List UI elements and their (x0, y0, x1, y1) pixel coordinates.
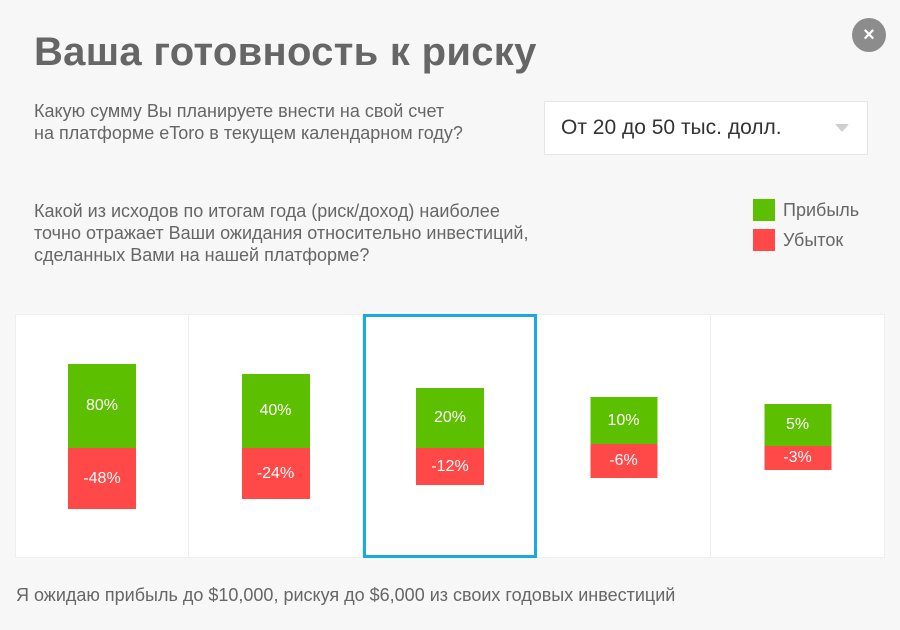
profit-bar: 20% (416, 388, 484, 448)
loss-bar: -48% (68, 448, 136, 509)
risk-option-5[interactable]: 5% -3% (711, 314, 885, 558)
amount-select-value: От 20 до 50 тыс. долл. (561, 116, 782, 139)
risk-options: 80% -48% 40% -24% 20% -12% 10% -6% 5% -3… (15, 314, 885, 558)
close-button[interactable]: × (852, 18, 886, 52)
dialog-title: Ваша готовность к риску (34, 30, 537, 74)
legend-swatch-profit (753, 199, 775, 221)
legend-label-profit: Прибыль (783, 199, 860, 220)
question-amount-line: Какую сумму Вы планируете внести на свой… (34, 101, 445, 121)
legend-swatch-loss (753, 229, 775, 251)
legend: Прибыль Убыток (753, 199, 859, 259)
question-amount: Какую сумму Вы планируете внести на свой… (34, 100, 524, 144)
chevron-down-icon (835, 124, 849, 132)
expectation-summary: Я ожидаю прибыль до $10,000, рискуя до $… (16, 585, 676, 605)
legend-item-profit: Прибыль (753, 199, 859, 221)
question-risk-line: сделанных Вами на нашей платформе? (34, 245, 370, 265)
amount-select[interactable]: От 20 до 50 тыс. долл. (544, 101, 868, 155)
loss-bar: -3% (764, 446, 831, 470)
loss-bar: -12% (416, 448, 484, 485)
risk-option-3[interactable]: 20% -12% (363, 314, 537, 558)
loss-bar: -24% (241, 448, 310, 499)
question-risk: Какой из исходов по итогам года (риск/до… (34, 200, 594, 266)
loss-bar: -6% (590, 444, 657, 478)
risk-option-2[interactable]: 40% -24% (189, 314, 363, 558)
risk-option-1[interactable]: 80% -48% (15, 314, 189, 558)
question-risk-line: Какой из исходов по итогам года (риск/до… (34, 201, 500, 221)
profit-bar: 80% (68, 364, 136, 448)
legend-item-loss: Убыток (753, 229, 859, 251)
close-icon: × (863, 23, 875, 46)
profit-bar: 40% (241, 374, 310, 448)
profit-bar: 5% (764, 404, 831, 446)
question-amount-line: на платформе eToro в текущем календарном… (34, 123, 463, 143)
profit-bar: 10% (590, 397, 657, 444)
legend-label-loss: Убыток (783, 229, 844, 250)
risk-option-4[interactable]: 10% -6% (537, 314, 711, 558)
question-risk-line: точно отражает Ваши ожидания относительн… (34, 223, 529, 243)
